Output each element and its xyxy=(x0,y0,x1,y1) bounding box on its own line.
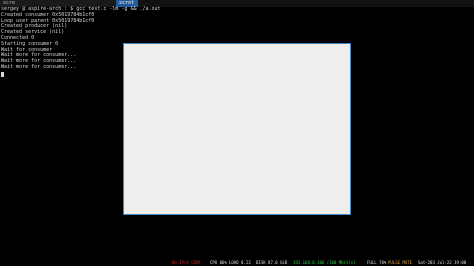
status-cpu: CPU 06% xyxy=(210,260,227,265)
app-window[interactable] xyxy=(123,43,351,215)
status-disk: DISK 87.0 GiB xyxy=(256,260,288,265)
status-clock: Sat-203 Jul-22 19:00 xyxy=(418,260,467,265)
status-load: LOAD 0.23 xyxy=(229,260,251,265)
terminal-cursor xyxy=(1,71,4,77)
status-network: 192.168.0.106 (100 Mbit/s) xyxy=(293,260,356,265)
status-battery: FULL 70% xyxy=(367,260,387,265)
status-ipv6: No IPv6 CONF xyxy=(172,260,201,265)
status-bar: No IPv6 CONF CPU 06% LOAD 0.23 DISK 87.0… xyxy=(0,259,474,266)
status-volume: PULSE MUTE xyxy=(388,260,413,265)
